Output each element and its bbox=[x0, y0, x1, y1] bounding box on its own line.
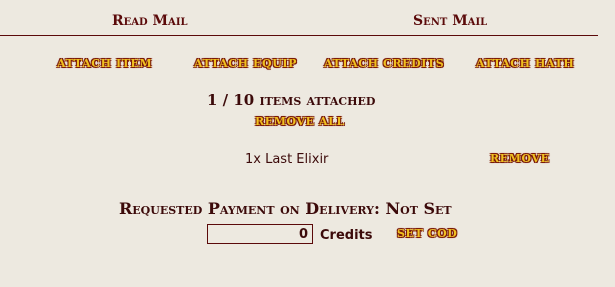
tab-read-mail[interactable]: Read Mail bbox=[112, 13, 188, 29]
attach-item-button[interactable]: ATTACH ITEM bbox=[57, 57, 152, 70]
attach-hath-button[interactable]: ATTACH HATH bbox=[476, 57, 574, 70]
attach-credits-button[interactable]: ATTACH CREDITS bbox=[324, 57, 444, 70]
attachment-remove-button[interactable]: REMOVE bbox=[490, 152, 550, 165]
cod-unit-label: Credits bbox=[320, 228, 373, 243]
attachment-item-label: 1x Last Elixir bbox=[245, 152, 329, 167]
attach-equip-button[interactable]: ATTACH EQUIP bbox=[194, 57, 297, 70]
set-cod-button[interactable]: SET COD bbox=[397, 227, 457, 240]
tab-sent-mail[interactable]: Sent Mail bbox=[413, 13, 487, 29]
cod-status: Requested Payment on Delivery: Not Set bbox=[119, 199, 452, 218]
remove-all-button[interactable]: REMOVE ALL bbox=[255, 115, 345, 128]
tab-divider bbox=[0, 35, 598, 36]
attachment-status: 1 / 10 items attached bbox=[207, 91, 376, 109]
cod-amount-input[interactable] bbox=[207, 224, 313, 244]
